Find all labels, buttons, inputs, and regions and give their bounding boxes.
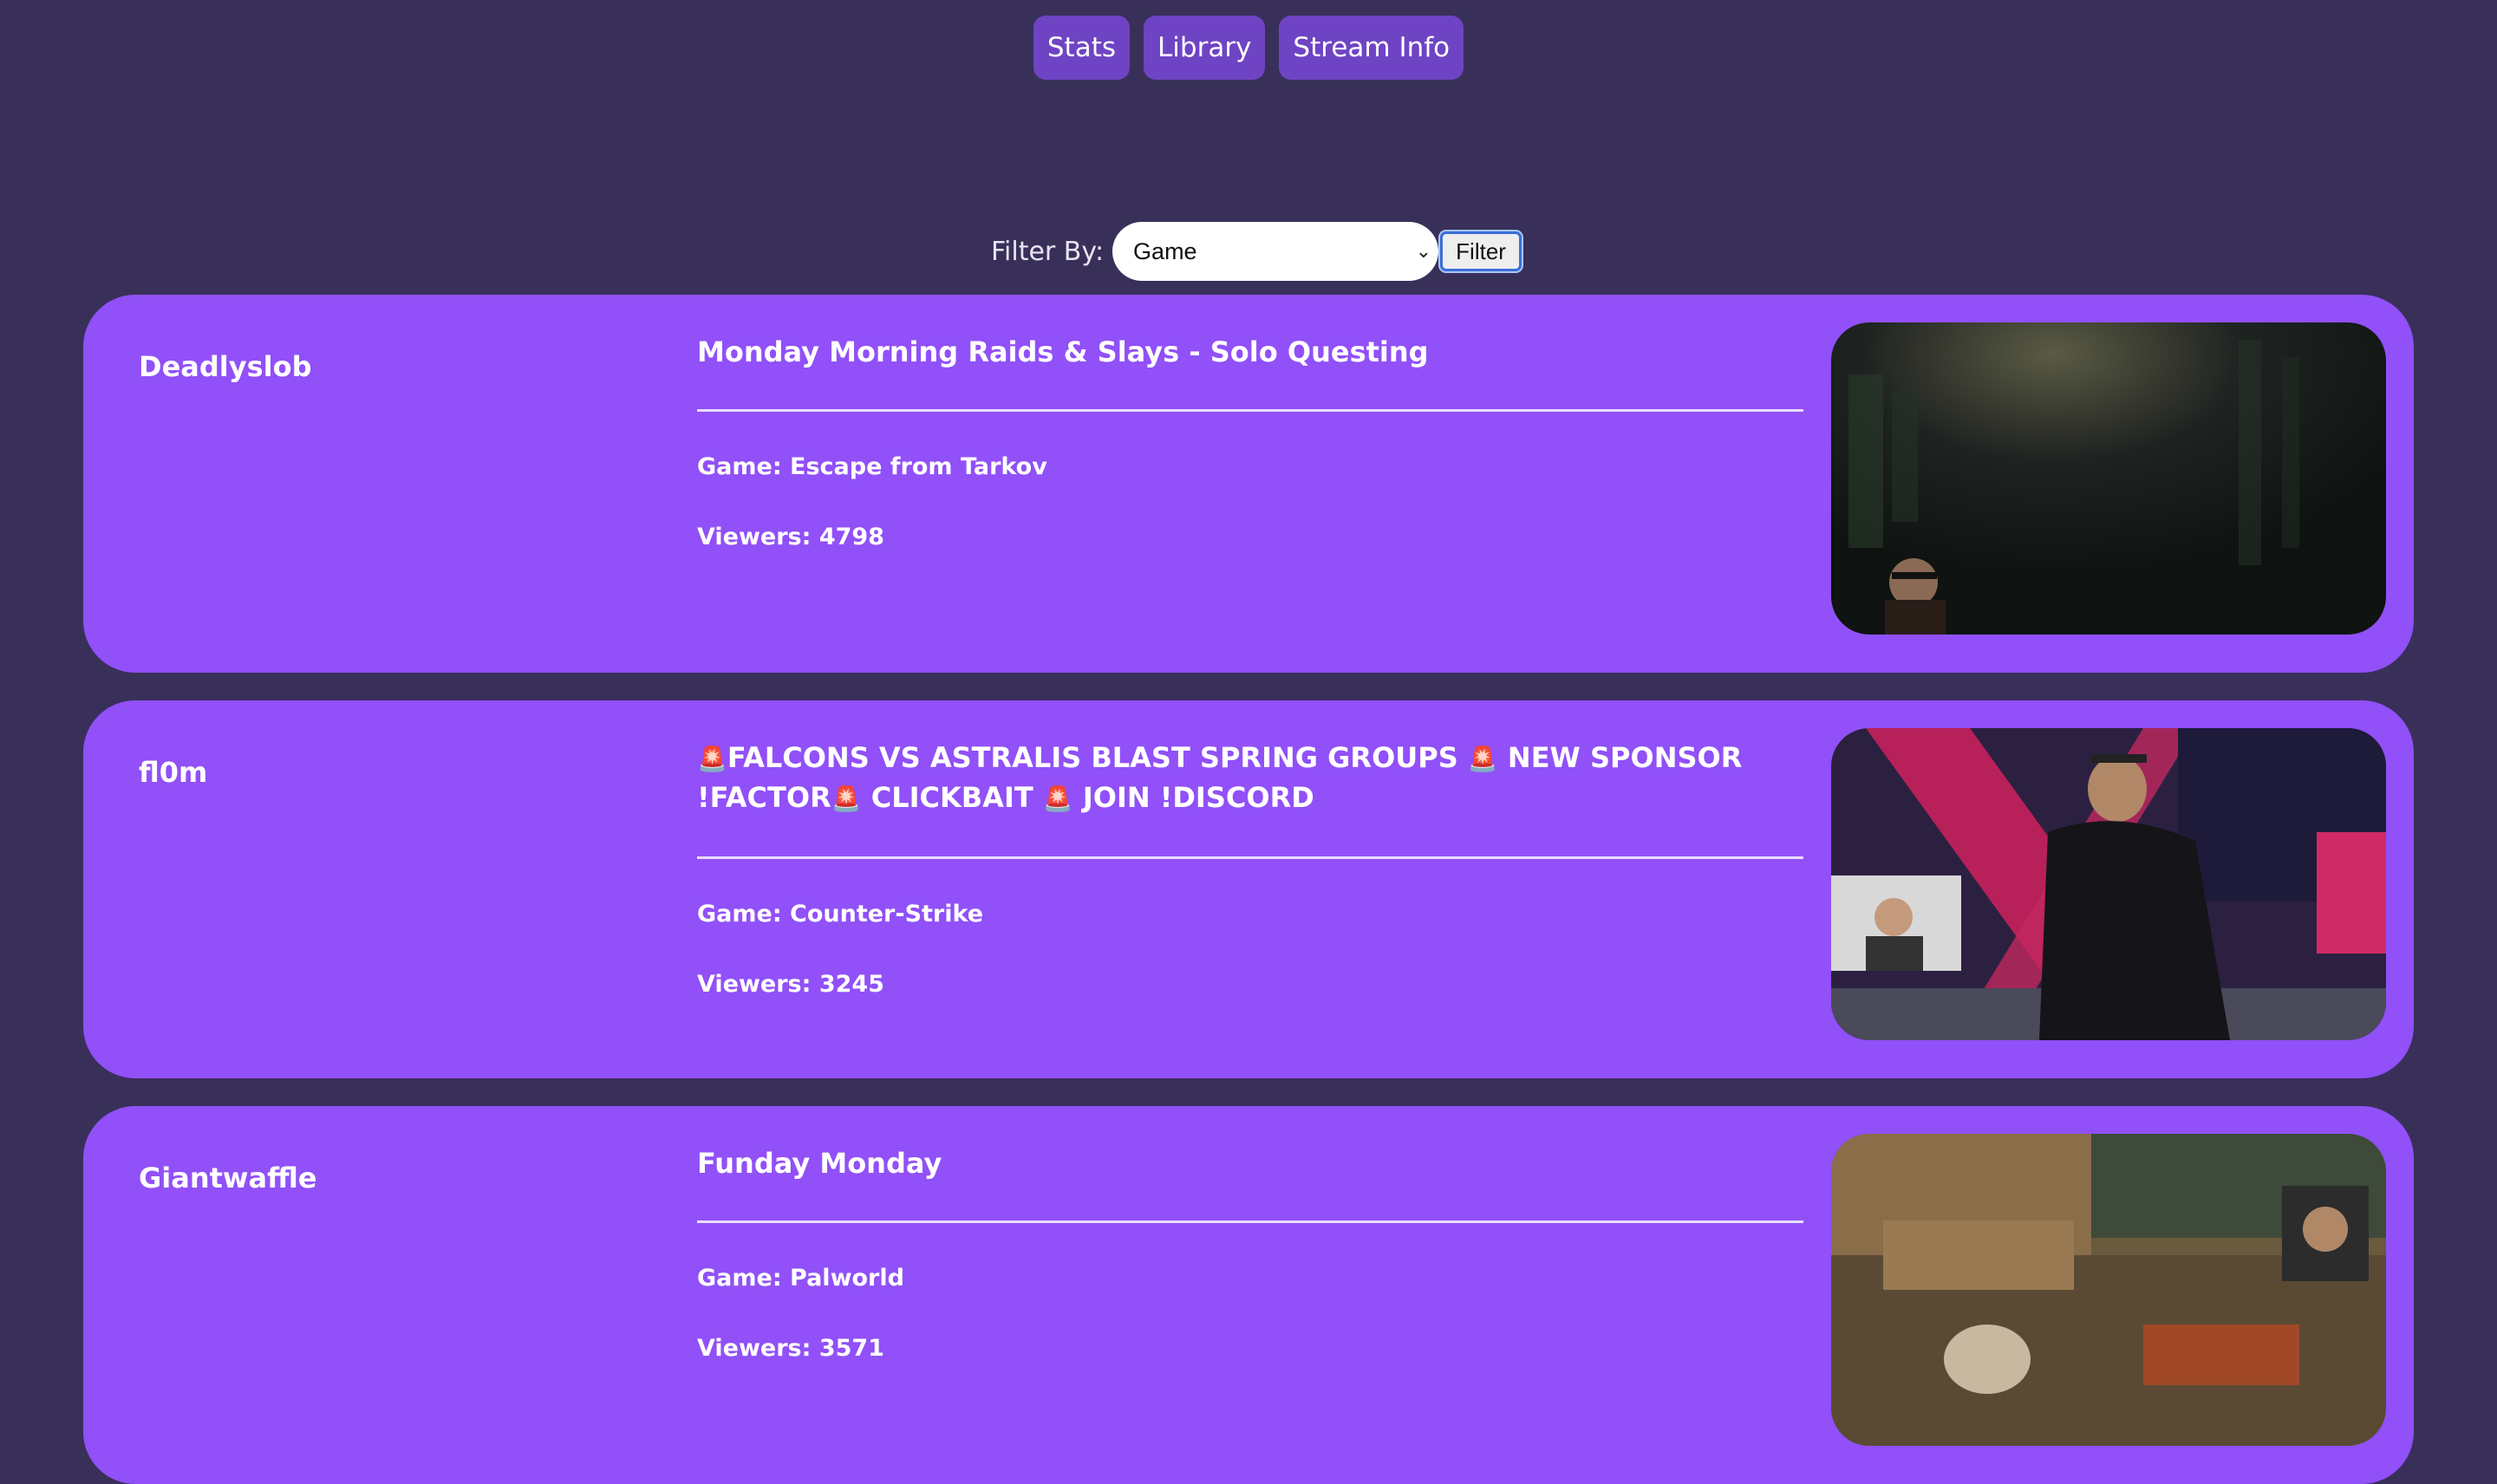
- stream-info: Monday Morning Raids & Slays - Solo Ques…: [697, 333, 1803, 550]
- filter-bar: Filter By: Game ⌄ Filter: [0, 222, 2497, 281]
- stream-card: Deadlyslob Monday Morning Raids & Slays …: [83, 295, 2414, 673]
- streamer-name[interactable]: Deadlyslob: [139, 350, 312, 383]
- stream-title: Monday Morning Raids & Slays - Solo Ques…: [697, 335, 1429, 368]
- stream-info-button[interactable]: Stream Info: [1279, 16, 1464, 80]
- stats-button[interactable]: Stats: [1033, 16, 1131, 80]
- divider: [697, 856, 1803, 859]
- streamer-name[interactable]: fl0m: [139, 756, 207, 789]
- chevron-down-icon: ⌄: [1415, 240, 1432, 262]
- siren-icon: 🚨: [1042, 784, 1073, 813]
- library-button[interactable]: Library: [1144, 16, 1266, 80]
- stream-game: Game: Escape from Tarkov: [697, 453, 1047, 480]
- siren-icon: 🚨: [831, 784, 862, 813]
- filter-label: Filter By:: [990, 236, 1105, 267]
- divider: [697, 1220, 1803, 1223]
- siren-icon: 🚨: [1467, 745, 1498, 773]
- stream-viewers: Viewers: 4798: [697, 524, 884, 550]
- stream-game: Game: Palworld: [697, 1265, 904, 1292]
- filter-select[interactable]: Game ⌄: [1112, 222, 1439, 281]
- stream-title: Funday Monday: [697, 1147, 942, 1180]
- siren-icon: 🚨: [697, 745, 727, 773]
- stream-viewers: Viewers: 3245: [697, 971, 884, 998]
- stream-card: fl0m 🚨FALCONS VS ASTRALIS BLAST SPRING G…: [83, 700, 2414, 1078]
- filter-select-value: Game: [1133, 238, 1197, 264]
- stream-thumbnail[interactable]: [1831, 322, 2386, 635]
- stream-info: Funday Monday Game: Palworld Viewers: 35…: [697, 1144, 1803, 1362]
- stream-viewers: Viewers: 3571: [697, 1335, 884, 1362]
- top-nav: Stats Library Stream Info: [0, 16, 2497, 80]
- filter-button[interactable]: Filter: [1440, 231, 1522, 271]
- divider: [697, 409, 1803, 412]
- stream-game: Game: Counter-Strike: [697, 901, 984, 928]
- stream-info: 🚨FALCONS VS ASTRALIS BLAST SPRING GROUPS…: [697, 739, 1803, 998]
- streamer-name[interactable]: Giantwaffle: [139, 1162, 316, 1194]
- stream-title: 🚨FALCONS VS ASTRALIS BLAST SPRING GROUPS…: [697, 741, 1743, 814]
- stream-card: Giantwaffle Funday Monday Game: Palworld…: [83, 1106, 2414, 1484]
- stream-thumbnail[interactable]: [1831, 728, 2386, 1040]
- stream-thumbnail[interactable]: [1831, 1134, 2386, 1446]
